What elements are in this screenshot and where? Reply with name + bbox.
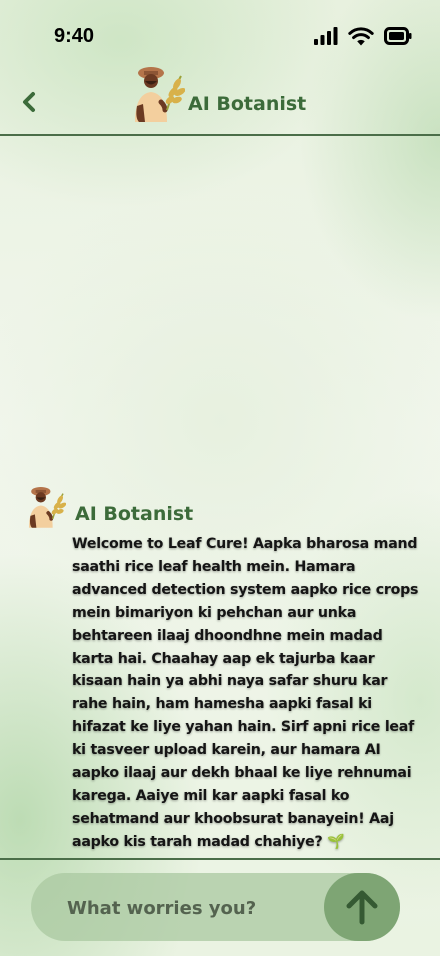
message-text: Welcome to Leaf Cure! Aapka bharosa mand… [72, 536, 419, 850]
message-input[interactable] [65, 891, 309, 925]
farmer-avatar-icon [135, 67, 186, 122]
cellular-signal-icon [314, 27, 338, 45]
farmer-avatar-icon [28, 487, 67, 528]
chat-header: AI Botanist [0, 60, 440, 136]
back-button[interactable] [18, 88, 42, 116]
message-avatar [26, 485, 67, 529]
wifi-icon [348, 26, 374, 45]
composer-divider [0, 858, 440, 860]
status-time: 9:40 [54, 25, 95, 47]
header-avatar [131, 66, 186, 122]
chevron-left-icon [23, 92, 35, 112]
composer-bar [31, 873, 400, 941]
message-sender: AI Botanist [75, 503, 194, 525]
arrow-up-icon [346, 890, 378, 925]
battery-icon [384, 27, 412, 45]
send-button[interactable] [324, 873, 400, 941]
status-icons [314, 24, 412, 48]
header-title: AI Botanist [188, 93, 307, 115]
